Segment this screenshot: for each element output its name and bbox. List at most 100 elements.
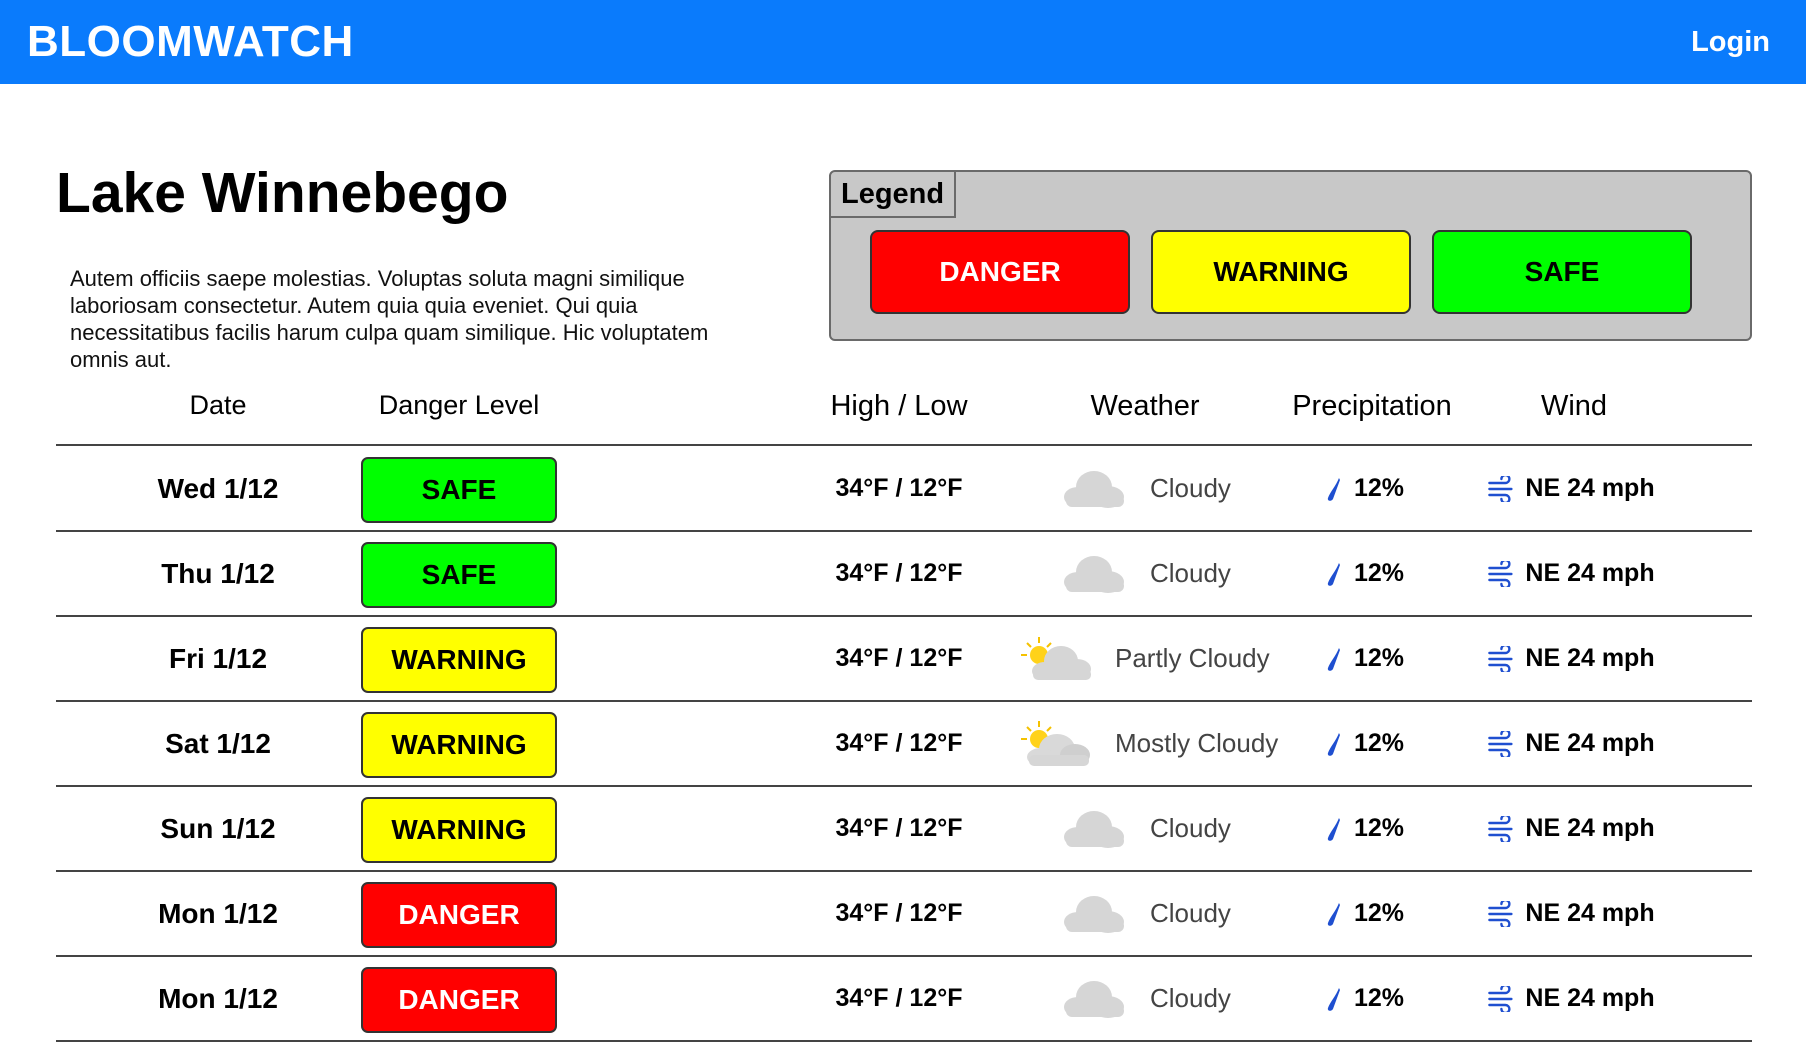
- danger-level-badge: SAFE: [361, 542, 557, 608]
- lake-description: Autem officiis saepe molestias. Voluptas…: [70, 266, 709, 372]
- forecast-table-header: Date Danger Level High / Low Weather Pre…: [56, 390, 1752, 446]
- wind-value: NE 24 mph: [1525, 474, 1655, 502]
- row-date: Mon 1/12: [158, 897, 278, 929]
- table-row: Fri 1/12 WARNING 34°F / 12°F Partly Cloudy 1…: [56, 617, 1752, 702]
- row-precipitation: 12%: [1324, 957, 1404, 1040]
- table-row: Sat 1/12 WARNING 34°F / 12°F Mostly Cloudy 1…: [56, 702, 1752, 787]
- row-high-low: 34°F / 12°F: [835, 559, 963, 587]
- wind-value: NE 24 mph: [1525, 559, 1655, 587]
- row-wind: NE 24 mph: [1487, 532, 1655, 615]
- wind-icon: [1487, 560, 1515, 587]
- row-wind: NE 24 mph: [1487, 447, 1655, 530]
- row-wind: NE 24 mph: [1487, 617, 1655, 700]
- header-precipitation: Precipitation: [1292, 390, 1452, 422]
- danger-level-badge: SAFE: [361, 457, 557, 523]
- legend-panel: Legend DANGER WARNING SAFE: [829, 170, 1752, 341]
- wind-icon: [1487, 645, 1515, 672]
- raindrop-icon: [1324, 476, 1344, 502]
- brand-logo[interactable]: BLOOMWATCH: [27, 17, 354, 67]
- row-high-low: 34°F / 12°F: [835, 984, 963, 1012]
- legend-safe-badge: SAFE: [1432, 230, 1692, 314]
- precipitation-value: 12%: [1353, 644, 1405, 672]
- forecast-table-body: Wed 1/12 SAFE 34°F / 12°F Cloudy 12% NE 24 mp…: [56, 447, 1752, 1042]
- row-weather: Cloudy: [1056, 957, 1231, 1040]
- wind-value: NE 24 mph: [1525, 984, 1655, 1012]
- row-weather: Cloudy: [1056, 872, 1231, 955]
- cloud-icon: [1056, 977, 1128, 1021]
- danger-level-badge: DANGER: [361, 882, 557, 948]
- row-high-low: 34°F / 12°F: [835, 729, 963, 757]
- weather-label: Partly Cloudy: [1115, 643, 1270, 673]
- weather-label: Mostly Cloudy: [1115, 728, 1279, 758]
- row-precipitation: 12%: [1324, 702, 1404, 785]
- row-precipitation: 12%: [1324, 532, 1404, 615]
- wind-value: NE 24 mph: [1525, 814, 1655, 842]
- wind-value: NE 24 mph: [1525, 899, 1655, 927]
- row-date: Fri 1/12: [168, 642, 268, 674]
- partly-cloudy-icon: [1019, 635, 1093, 683]
- row-weather: Mostly Cloudy: [1019, 702, 1278, 785]
- danger-level-badge: DANGER: [361, 967, 557, 1033]
- row-precipitation: 12%: [1324, 447, 1404, 530]
- row-weather: Cloudy: [1056, 787, 1231, 870]
- wind-icon: [1487, 900, 1515, 927]
- table-row: Sun 1/12 WARNING 34°F / 12°F Cloudy 12% NE 24…: [56, 787, 1752, 872]
- wind-icon: [1487, 730, 1515, 757]
- precipitation-value: 12%: [1353, 559, 1405, 587]
- row-date: Thu 1/12: [161, 557, 275, 589]
- row-precipitation: 12%: [1324, 787, 1404, 870]
- row-date: Wed 1/12: [157, 472, 279, 504]
- wind-value: NE 24 mph: [1525, 644, 1655, 672]
- cloud-icon: [1056, 892, 1128, 936]
- header-high-low: High / Low: [830, 390, 968, 422]
- wind-value: NE 24 mph: [1525, 729, 1655, 757]
- row-high-low: 34°F / 12°F: [835, 474, 963, 502]
- weather-label: Cloudy: [1150, 898, 1231, 928]
- precipitation-value: 12%: [1353, 474, 1405, 502]
- weather-label: Cloudy: [1150, 473, 1231, 503]
- row-wind: NE 24 mph: [1487, 957, 1655, 1040]
- login-link[interactable]: Login: [1691, 26, 1770, 59]
- danger-level-badge: WARNING: [361, 712, 557, 778]
- row-date: Sat 1/12: [165, 727, 271, 759]
- wind-icon: [1487, 985, 1515, 1012]
- cloud-icon: [1056, 467, 1128, 511]
- legend-warning-badge: WARNING: [1151, 230, 1411, 314]
- precipitation-value: 12%: [1353, 984, 1405, 1012]
- header-wind: Wind: [1540, 390, 1608, 422]
- row-wind: NE 24 mph: [1487, 787, 1655, 870]
- header-danger-level: Danger Level: [378, 390, 540, 420]
- legend-danger-badge: DANGER: [870, 230, 1130, 314]
- row-weather: Partly Cloudy: [1019, 617, 1270, 700]
- wind-icon: [1487, 815, 1515, 842]
- precipitation-value: 12%: [1353, 814, 1405, 842]
- danger-level-badge: WARNING: [361, 797, 557, 863]
- table-row: Mon 1/12 DANGER 34°F / 12°F Cloudy 12% NE 24 …: [56, 957, 1752, 1042]
- precipitation-value: 12%: [1353, 729, 1405, 757]
- row-wind: NE 24 mph: [1487, 872, 1655, 955]
- header-date: Date: [189, 390, 247, 420]
- table-row: Wed 1/12 SAFE 34°F / 12°F Cloudy 12% NE 24 mp…: [56, 447, 1752, 532]
- row-high-low: 34°F / 12°F: [835, 814, 963, 842]
- row-date: Sun 1/12: [160, 812, 276, 844]
- legend-title: Legend: [831, 172, 957, 218]
- row-weather: Cloudy: [1056, 532, 1231, 615]
- raindrop-icon: [1324, 561, 1344, 587]
- cloud-icon: [1056, 552, 1128, 596]
- row-date: Mon 1/12: [158, 982, 278, 1014]
- top-navbar: BLOOMWATCH Login: [0, 0, 1806, 84]
- wind-icon: [1487, 475, 1515, 502]
- table-row: Mon 1/12 DANGER 34°F / 12°F Cloudy 12% NE 24 …: [56, 872, 1752, 957]
- raindrop-icon: [1324, 986, 1344, 1012]
- raindrop-icon: [1324, 646, 1344, 672]
- row-precipitation: 12%: [1324, 617, 1404, 700]
- header-weather: Weather: [1090, 390, 1200, 422]
- weather-label: Cloudy: [1150, 813, 1231, 843]
- danger-level-badge: WARNING: [361, 627, 557, 693]
- raindrop-icon: [1324, 816, 1344, 842]
- page-title: Lake Winnebego: [56, 161, 509, 225]
- table-row: Thu 1/12 SAFE 34°F / 12°F Cloudy 12% NE 24 mp…: [56, 532, 1752, 617]
- weather-label: Cloudy: [1150, 558, 1231, 588]
- row-wind: NE 24 mph: [1487, 702, 1655, 785]
- cloud-icon: [1056, 807, 1128, 851]
